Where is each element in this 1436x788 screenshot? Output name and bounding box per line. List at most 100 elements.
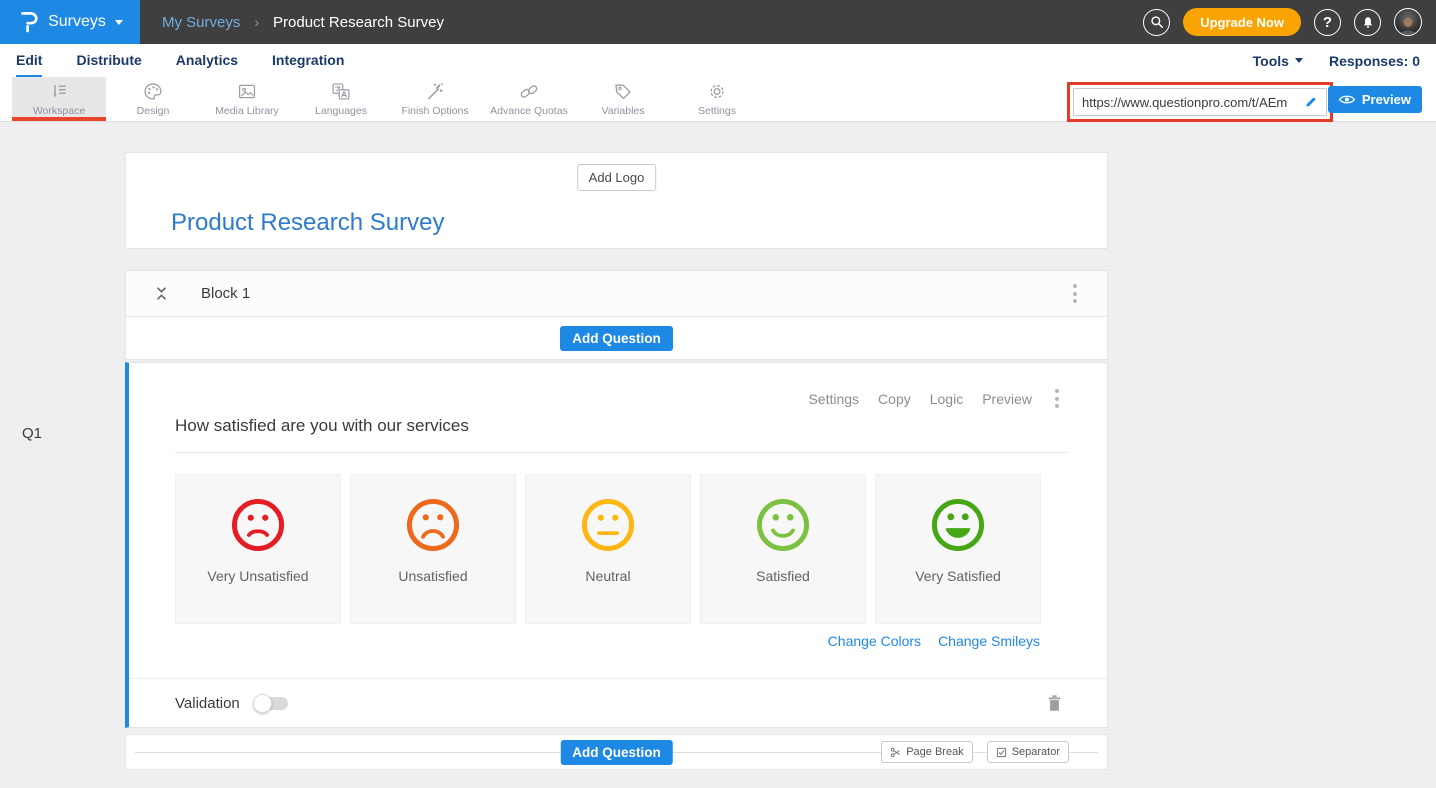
survey-url-input[interactable] [1074, 89, 1296, 115]
question-logic-link[interactable]: Logic [930, 391, 963, 407]
toolbar-tab-media-library[interactable]: Media Library [200, 77, 294, 121]
toolbar-tab-label: Finish Options [401, 105, 468, 117]
toolbar-tab-languages[interactable]: Languages [294, 77, 388, 121]
option-label: Very Satisfied [915, 568, 1001, 584]
product-name: Surveys [48, 13, 106, 31]
add-question-button-top[interactable]: Add Question [560, 326, 673, 351]
tag-icon [612, 81, 634, 102]
question-preview-link[interactable]: Preview [982, 391, 1032, 407]
gear-icon [706, 81, 728, 102]
option-label: Satisfied [756, 568, 810, 584]
image-icon [236, 81, 258, 102]
validation-toggle[interactable] [253, 693, 289, 713]
tab-analytics[interactable]: Analytics [176, 44, 238, 77]
question-settings-link[interactable]: Settings [808, 391, 859, 407]
change-colors-link[interactable]: Change Colors [828, 633, 921, 649]
question-menu-icon[interactable] [1051, 385, 1063, 412]
search-button[interactable] [1143, 9, 1170, 36]
block-title[interactable]: Block 1 [201, 285, 250, 302]
question-copy-link[interactable]: Copy [878, 391, 911, 407]
question-divider [129, 678, 1107, 679]
add-logo-button[interactable]: Add Logo [577, 164, 657, 191]
pencil-icon [1304, 95, 1318, 109]
upgrade-now-button[interactable]: Upgrade Now [1183, 8, 1301, 36]
notifications-button[interactable] [1354, 9, 1381, 36]
help-button[interactable]: ? [1314, 9, 1341, 36]
breadcrumb-my-surveys[interactable]: My Surveys [162, 14, 240, 31]
smiley-options-row: Very Unsatisfied Unsatisfied [175, 474, 1041, 624]
palette-icon [142, 81, 164, 102]
caret-down-icon [115, 20, 123, 25]
bell-icon [1361, 15, 1375, 30]
change-smileys-link[interactable]: Change Smileys [938, 633, 1040, 649]
person-silhouette-icon [1397, 15, 1419, 35]
preview-button[interactable]: Preview [1328, 86, 1422, 113]
toolbar-tab-workspace[interactable]: Workspace [12, 77, 106, 121]
workspace-canvas: Q1 Add Logo Product Research Survey Bloc… [0, 122, 1436, 788]
toolbar-tab-label: Media Library [215, 105, 279, 117]
user-avatar[interactable] [1394, 8, 1422, 36]
questionpro-logo-icon [17, 9, 39, 35]
toggle-knob [253, 694, 272, 713]
preview-label: Preview [1362, 92, 1411, 107]
scissors-icon [890, 747, 901, 758]
satisfied-smiley-icon [754, 496, 812, 554]
toolbar-tab-label: Variables [602, 105, 645, 117]
question-mark-icon: ? [1323, 14, 1332, 31]
unsatisfied-smiley-icon [404, 496, 462, 554]
tab-edit[interactable]: Edit [16, 44, 42, 77]
validation-row: Validation [175, 693, 1063, 713]
toolbar-tab-label: Design [137, 105, 170, 117]
edit-url-button[interactable] [1296, 89, 1326, 115]
tools-dropdown[interactable]: Tools [1253, 53, 1303, 69]
option-unsatisfied[interactable]: Unsatisfied [350, 474, 516, 624]
tab-distribute[interactable]: Distribute [76, 44, 141, 77]
option-neutral[interactable]: Neutral [525, 474, 691, 624]
breadcrumb-separator: › [254, 14, 259, 30]
validation-label: Validation [175, 695, 240, 712]
delete-question-trash-icon[interactable] [1046, 694, 1063, 713]
survey-section-nav: Edit Distribute Analytics Integration To… [0, 44, 1436, 77]
toolbar-tab-label: Advance Quotas [490, 105, 568, 117]
question-card: Settings Copy Logic Preview How satisfie… [125, 362, 1108, 728]
tools-label: Tools [1253, 53, 1289, 69]
option-very-unsatisfied[interactable]: Very Unsatisfied [175, 474, 341, 624]
question-text[interactable]: How satisfied are you with our services [175, 416, 1068, 453]
toolbar-tab-settings[interactable]: Settings [670, 77, 764, 121]
option-label: Neutral [585, 568, 630, 584]
survey-url-field-group [1073, 88, 1327, 116]
option-label: Unsatisfied [398, 568, 467, 584]
question-menu: Settings Copy Logic Preview [808, 385, 1063, 412]
page-break-label: Page Break [906, 746, 963, 758]
toolbar-tab-finish-options[interactable]: Finish Options [388, 77, 482, 121]
option-satisfied[interactable]: Satisfied [700, 474, 866, 624]
block-header: Block 1 [125, 270, 1108, 317]
tab-label: Distribute [76, 52, 141, 68]
footer-actions: Page Break Separator [881, 741, 1069, 763]
smiley-links: Change Colors Change Smileys [828, 633, 1040, 649]
survey-title[interactable]: Product Research Survey [171, 209, 444, 237]
breadcrumb: My Surveys › Product Research Survey [162, 14, 444, 31]
page-break-button[interactable]: Page Break [881, 741, 972, 763]
collapse-block-icon[interactable] [153, 285, 170, 302]
checkbox-checked-icon [996, 747, 1007, 758]
block-menu-icon[interactable] [1069, 280, 1081, 307]
toolbar-tab-label: Workspace [33, 105, 85, 117]
toolbar-tab-variables[interactable]: Variables [576, 77, 670, 121]
search-icon [1150, 15, 1164, 29]
toolbar-tab-advance-quotas[interactable]: Advance Quotas [482, 77, 576, 121]
tab-integration[interactable]: Integration [272, 44, 344, 77]
tab-label: Analytics [176, 52, 238, 68]
toolbar-tab-label: Settings [698, 105, 736, 117]
toolbar-tab-design[interactable]: Design [106, 77, 200, 121]
add-question-button-bottom[interactable]: Add Question [560, 740, 673, 765]
option-label: Very Unsatisfied [207, 568, 308, 584]
option-very-satisfied[interactable]: Very Satisfied [875, 474, 1041, 624]
very-unsatisfied-smiley-icon [229, 496, 287, 554]
separator-button[interactable]: Separator [987, 741, 1069, 763]
editor-toolbar: Workspace Design Media Library Languages [0, 77, 1436, 122]
product-switcher[interactable]: Surveys [0, 0, 140, 44]
caret-down-icon [1295, 58, 1303, 63]
question-footer-strip: Add Question Page Break [125, 734, 1108, 770]
tab-label: Integration [272, 52, 344, 68]
